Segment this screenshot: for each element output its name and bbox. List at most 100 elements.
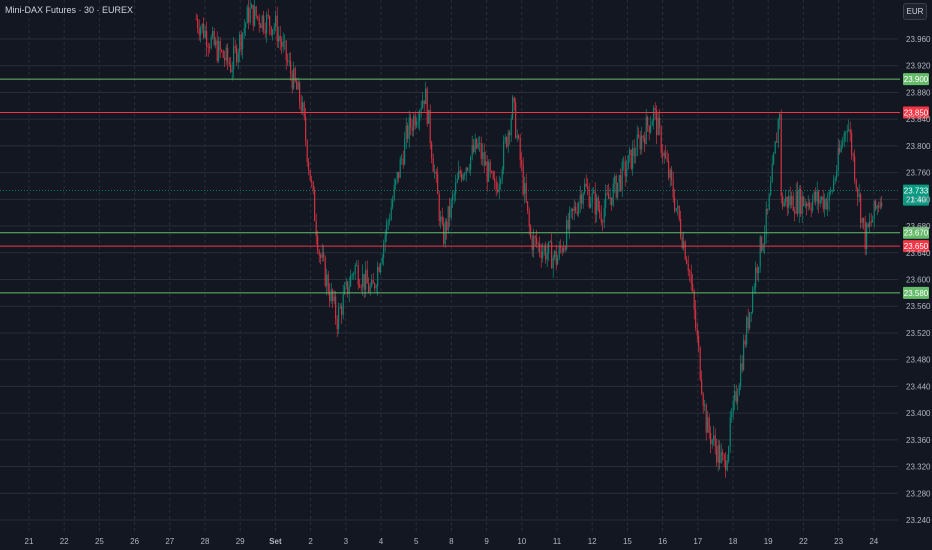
candle-body xyxy=(800,189,802,214)
candle-body xyxy=(213,31,215,45)
horizontal-levels[interactable]: 23.90023.85023.67023.65023.58023.73321:4… xyxy=(0,73,929,299)
candle-body xyxy=(506,137,508,147)
y-tick-label: 23.440 xyxy=(906,382,931,391)
candle-body xyxy=(720,452,722,464)
candle-body xyxy=(198,28,200,35)
candle-body xyxy=(722,452,724,456)
candle-body xyxy=(612,183,614,206)
candle-body xyxy=(485,161,487,166)
candle-body xyxy=(587,186,589,190)
candle-body xyxy=(636,134,638,156)
candle-body xyxy=(471,145,473,157)
candle-body xyxy=(717,444,719,463)
candle-body xyxy=(263,15,265,31)
candle-body xyxy=(269,16,271,27)
candle-body xyxy=(492,171,494,179)
candle-body xyxy=(789,196,791,205)
candle-body xyxy=(212,31,214,38)
candle-body xyxy=(476,138,478,149)
x-tick-label: 15 xyxy=(623,537,632,546)
x-tick-label: 21 xyxy=(25,537,34,546)
candle-body xyxy=(816,191,818,202)
candle-body xyxy=(384,234,386,243)
candle-body xyxy=(738,385,740,395)
candle-body xyxy=(783,201,785,207)
candle-body xyxy=(641,135,643,150)
candle-body xyxy=(674,197,676,211)
candle-body xyxy=(759,236,761,268)
x-tick-label: 27 xyxy=(165,537,174,546)
y-tick-label: 23.680 xyxy=(906,222,931,231)
candle-body xyxy=(353,273,355,275)
candle-body xyxy=(455,183,457,194)
candle-body xyxy=(462,174,464,180)
candle-body xyxy=(431,143,433,159)
candle-body xyxy=(531,237,533,251)
candle-body xyxy=(591,193,593,204)
candle-body xyxy=(266,14,268,34)
candle-body xyxy=(764,234,766,245)
candle-body xyxy=(254,6,256,26)
candle-body xyxy=(702,393,704,406)
candle-body xyxy=(648,125,650,133)
candle-body xyxy=(411,127,413,131)
currency-button[interactable]: EUR xyxy=(903,3,927,20)
x-tick-label: 4 xyxy=(379,537,384,546)
price-chart[interactable]: 23.90023.85023.67023.65023.58023.73321:4… xyxy=(0,0,932,550)
candle-body xyxy=(491,171,493,172)
candle-body xyxy=(615,176,617,198)
candle-body xyxy=(777,119,779,143)
candle-body xyxy=(597,197,599,210)
candle-body xyxy=(687,263,689,271)
candle-body xyxy=(554,250,556,258)
candle-body xyxy=(596,197,598,215)
candle-body xyxy=(719,444,721,464)
candle-body xyxy=(395,179,397,186)
candle-body xyxy=(200,28,202,35)
candle-body xyxy=(500,179,502,184)
candle-body xyxy=(714,435,716,447)
candle-body xyxy=(584,183,586,194)
candle-body xyxy=(335,296,337,320)
candle-body xyxy=(450,199,452,218)
candle-body xyxy=(699,347,701,380)
candle-body xyxy=(536,237,538,244)
candle-body xyxy=(321,253,323,258)
x-tick-label: 28 xyxy=(201,537,210,546)
candle-body xyxy=(207,46,209,48)
candle-body xyxy=(606,192,608,194)
candle-body xyxy=(650,125,652,133)
candle-body xyxy=(588,189,590,208)
candle-body xyxy=(342,293,344,315)
candle-body xyxy=(639,136,641,150)
candle-body xyxy=(827,201,829,210)
candle-body xyxy=(647,117,649,126)
candlestick-series xyxy=(195,0,883,478)
y-tick-label: 23.480 xyxy=(906,356,931,365)
candle-body xyxy=(704,404,706,406)
candle-body xyxy=(608,193,610,199)
candle-body xyxy=(875,200,877,209)
candle-body xyxy=(224,57,226,61)
candle-body xyxy=(396,172,398,180)
candle-body xyxy=(368,283,370,293)
candle-body xyxy=(231,69,233,72)
candle-body xyxy=(296,81,298,90)
x-tick-label: 11 xyxy=(553,537,562,546)
candle-body xyxy=(867,223,869,227)
candle-body xyxy=(653,107,655,122)
candle-body xyxy=(456,179,458,184)
candle-body xyxy=(609,197,611,199)
x-tick-label: 18 xyxy=(729,537,738,546)
candle-body xyxy=(801,196,803,214)
candle-body xyxy=(563,247,565,253)
candle-body xyxy=(303,102,305,118)
candle-body xyxy=(770,182,772,196)
candle-body xyxy=(575,206,577,212)
candle-body xyxy=(750,312,752,313)
candle-body xyxy=(830,191,832,193)
candle-body xyxy=(638,134,640,137)
candle-body xyxy=(773,153,775,164)
candle-body xyxy=(260,24,262,28)
time-axis[interactable]: 21 22 25 26 27 28 29 Set 2 3 4 5 8 9 10 11 12 15 16 17 18 19 2… xyxy=(25,537,879,546)
